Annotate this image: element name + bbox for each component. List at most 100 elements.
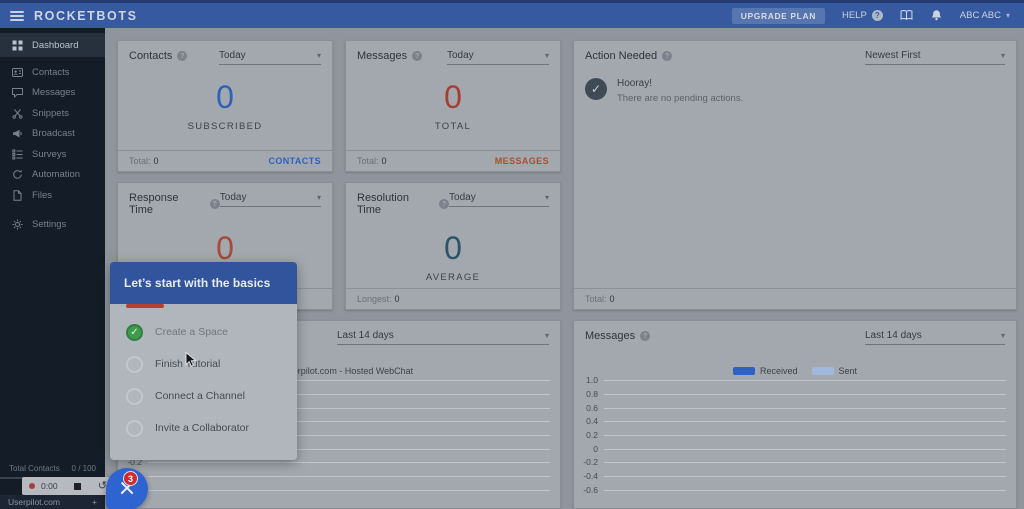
y-tick: -0.4 <box>576 472 598 481</box>
chevron-down-icon: ▾ <box>545 331 549 340</box>
contacts-icon <box>12 67 23 78</box>
messages-period-select[interactable]: Today▾ <box>447 50 549 65</box>
sidebar-item-snippets[interactable]: Snippets <box>0 103 105 124</box>
checklist-item-connect-channel[interactable]: Connect a Channel <box>110 380 297 412</box>
chart-legend: Received Sent <box>574 366 1016 376</box>
contacts-card: Contacts? Today▾ 0 SUBSCRIBED Total:0 CO… <box>117 40 333 172</box>
help-label: HELP <box>842 10 867 21</box>
checklist-item-label: Connect a Channel <box>155 390 245 402</box>
stop-button[interactable] <box>74 483 81 490</box>
help-icon[interactable]: ? <box>439 199 449 209</box>
survey-list-icon <box>12 149 23 160</box>
action-total: Total:0 <box>585 294 615 304</box>
help-icon[interactable]: ? <box>662 51 672 61</box>
help-icon[interactable]: ? <box>177 51 187 61</box>
sidebar-item-label: Automation <box>32 169 80 180</box>
checklist-progressbar <box>126 304 164 308</box>
account-menu[interactable]: ABC ABC ▾ <box>960 10 1010 21</box>
total-contacts-value: 0 / 100 <box>72 464 96 473</box>
contacts-link[interactable]: CONTACTS <box>268 156 321 166</box>
y-tick: -0.2 <box>576 458 598 467</box>
checklist-title: Let’s start with the basics <box>110 262 297 304</box>
y-tick: 0.8 <box>576 390 598 399</box>
legend-label: Received <box>760 366 798 376</box>
megaphone-icon <box>12 128 23 139</box>
docs-book-icon[interactable] <box>900 9 913 22</box>
total-contacts-label: Total Contacts <box>9 464 60 473</box>
notifications-bell-icon[interactable] <box>930 9 943 22</box>
y-tick: 0.2 <box>576 431 598 440</box>
checklist-item-invite-collaborator[interactable]: Invite a Collaborator <box>110 412 297 444</box>
y-tick: 0 <box>576 445 598 454</box>
sidebar-item-label: Messages <box>32 87 75 98</box>
unchecked-circle-icon <box>126 420 143 437</box>
y-tick: 1.0 <box>576 376 598 385</box>
mouse-cursor <box>185 352 198 368</box>
legend-label: Sent <box>839 366 858 376</box>
chat-icon <box>12 87 23 98</box>
sidebar-item-label: Snippets <box>32 108 69 119</box>
record-dot-icon <box>29 483 35 489</box>
legend-swatch-sent <box>812 367 834 375</box>
chevron-down-icon: ▾ <box>545 193 549 202</box>
sync-icon <box>12 169 23 180</box>
messages-card: Messages? Today▾ 0 TOTAL Total:0 MESSAGE… <box>345 40 561 172</box>
sidebar-item-broadcast[interactable]: Broadcast <box>0 124 105 145</box>
sidebar-item-messages[interactable]: Messages <box>0 83 105 104</box>
sidebar-item-label: Surveys <box>32 149 66 160</box>
sidebar-item-automation[interactable]: Automation <box>0 165 105 186</box>
contacts-total: Total:0 <box>129 156 159 166</box>
chevron-down-icon: ▾ <box>1001 331 1005 340</box>
legend-label: Userpilot.com - Hosted WebChat <box>282 366 413 376</box>
card-title: Contacts? <box>129 50 187 62</box>
bottom-site-bar: Userpilot.com + <box>0 495 105 509</box>
sidebar-item-label: Broadcast <box>32 128 75 139</box>
sidebar-item-contacts[interactable]: Contacts <box>0 62 105 83</box>
chart-period-select[interactable]: Last 14 days▾ <box>865 330 1005 345</box>
help-menu[interactable]: HELP ? <box>842 10 883 21</box>
chevron-down-icon: ▾ <box>1001 51 1005 60</box>
hamburger-menu-icon[interactable] <box>10 11 24 21</box>
widget-launcher-button[interactable]: 3 <box>106 468 148 509</box>
action-subtext: There are no pending actions. <box>617 93 743 104</box>
screen-recorder-toolbar: 0:00 ↺ <box>22 477 114 495</box>
sidebar-item-label: Settings <box>32 219 66 230</box>
help-icon[interactable]: ? <box>210 199 220 209</box>
chart-period-select[interactable]: Last 14 days▾ <box>337 330 549 345</box>
y-tick: -0.6 <box>576 486 598 495</box>
check-circle-icon <box>585 78 607 100</box>
app-window: ROCKETBOTS UPGRADE PLAN HELP ? ABC ABC ▾ <box>0 0 1024 509</box>
sidebar-item-label: Contacts <box>32 67 70 78</box>
help-icon[interactable]: ? <box>640 331 650 341</box>
contacts-period-select[interactable]: Today▾ <box>219 50 321 65</box>
sidebar-item-label: Files <box>32 190 52 201</box>
account-name: ABC ABC <box>960 10 1001 21</box>
top-navbar: ROCKETBOTS UPGRADE PLAN HELP ? ABC ABC ▾ <box>0 0 1024 28</box>
card-title: Response Time? <box>129 192 220 216</box>
messages-link[interactable]: MESSAGES <box>495 156 549 166</box>
plus-icon[interactable]: + <box>92 497 97 507</box>
card-title: Action Needed? <box>585 50 672 62</box>
gear-icon <box>12 219 23 230</box>
sidebar-item-surveys[interactable]: Surveys <box>0 144 105 165</box>
resolution-period-select[interactable]: Today▾ <box>449 192 549 207</box>
y-tick: 0.6 <box>576 404 598 413</box>
sidebar-item-files[interactable]: Files <box>0 185 105 206</box>
help-icon[interactable]: ? <box>412 51 422 61</box>
chevron-down-icon: ▾ <box>317 193 321 202</box>
messages-count: 0 <box>346 79 560 116</box>
sidebar-item-settings[interactable]: Settings <box>0 215 105 236</box>
contacts-count: 0 <box>118 79 332 116</box>
sidebar-item-dashboard[interactable]: Dashboard <box>0 33 105 57</box>
upgrade-plan-button[interactable]: UPGRADE PLAN <box>732 8 825 24</box>
resolution-time-value: 0 <box>346 230 560 267</box>
action-sort-select[interactable]: Newest First▾ <box>865 50 1005 65</box>
resolution-time-label: AVERAGE <box>346 272 560 283</box>
checklist-item-finish-tutorial[interactable]: Finish Tutorial <box>110 348 297 380</box>
file-icon <box>12 190 23 201</box>
checklist-item-label: Create a Space <box>155 326 228 338</box>
response-period-select[interactable]: Today▾ <box>220 192 321 207</box>
sidebar-item-label: Dashboard <box>32 40 78 51</box>
checklist-item-create-space[interactable]: Create a Space <box>110 316 297 348</box>
brand-logo: ROCKETBOTS <box>34 9 138 23</box>
